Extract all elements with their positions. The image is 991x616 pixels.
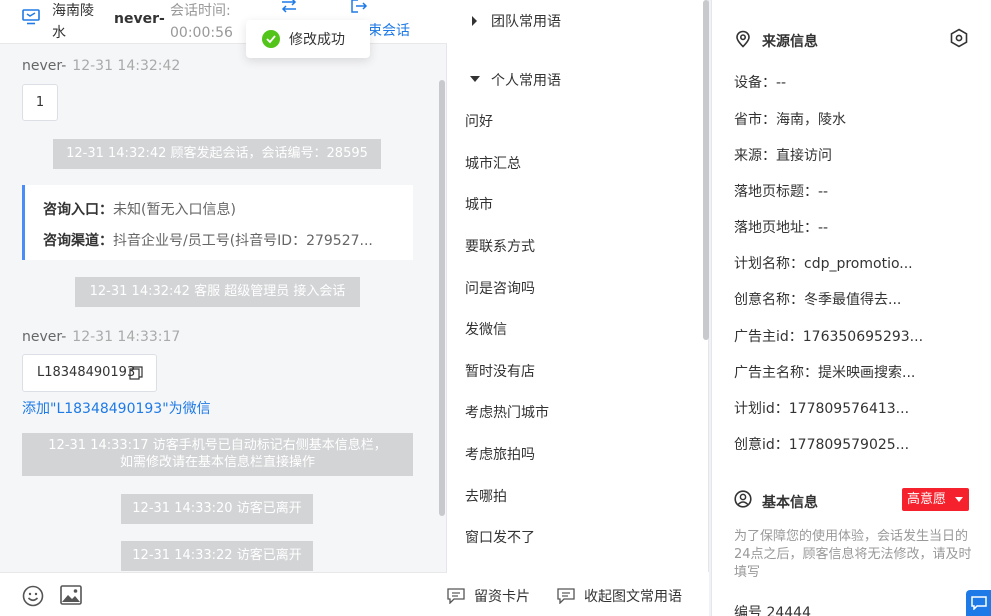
phrase-item[interactable]: 问好 [465,111,493,131]
system-message-line: 如需修改请在基本信息栏直接操作 [119,455,315,470]
user-circle-icon [734,490,752,508]
sender-name: never- [22,58,67,74]
phrase-item[interactable]: 发微信 [465,319,507,339]
message-time: 12-31 14:33:17 [72,329,181,345]
basic-info-title: 基本信息 [762,495,818,511]
intent-value: 高意愿 [907,492,947,507]
message-time: 12-31 14:32:42 [72,58,181,74]
phrase-item[interactable]: 暂时没有店 [465,361,535,381]
phrase-item[interactable]: 窗口发不了 [465,527,535,547]
system-message: 12-31 14:32:42 顾客发起会话，会话编号：28595 [53,139,381,169]
common-phrases-panel: 团队常用语 个人常用语 问好 城市汇总 城市 要联系方式 问是咨询吗 发微信 暂… [447,0,709,616]
collapse-phrases-button[interactable]: 收起图文常用语 [557,586,697,605]
exit-icon[interactable] [350,0,368,14]
system-message-line: 12-31 14:33:17 访客手机号已自动标记右侧基本信息栏， [48,438,387,453]
chat-panel: 海南陵水 never- 会话时间: 00:00:56 束会话 修改成功 neve… [0,0,447,616]
intent-dropdown[interactable]: 高意愿 [902,488,969,511]
collapse-phrases-label: 收起图文常用语 [584,589,682,605]
message-sender: never- 12-31 14:32:42 [22,58,180,74]
group-personal-phrases[interactable]: 个人常用语 [447,69,697,93]
lead-card-label: 留资卡片 [474,589,530,605]
consult-entry-row: 咨询入口：未知(暂无入口信息) [43,199,236,219]
caret-right-icon [472,16,477,26]
field-creative-name: 创意名称：冬季最值得去... [734,292,902,308]
caret-down-icon [955,497,963,502]
settings-hex-icon[interactable] [949,28,969,48]
caret-down-icon [470,76,480,82]
end-session-button[interactable]: 束会话 [368,20,410,40]
session-time: 00:00:56 [170,25,233,41]
consult-entry-value: 未知(暂无入口信息) [113,202,236,218]
field-origin: 来源：直接访问 [734,148,832,164]
phrases-footer: 留资卡片 收起图文常用语 [447,572,709,616]
consult-channel-value: 抖音企业号/员工号(抖音号ID：279527... [113,233,373,249]
message-list-icon [557,588,575,604]
field-landing-url: 落地页地址：-- [734,220,829,236]
sender-name: never- [22,329,67,345]
location-pin-icon [736,30,750,48]
visitor-location: 海南陵水 [52,3,94,41]
source-info-title: 来源信息 [762,34,818,50]
field-creative-id: 创意id：177809579025... [734,437,910,453]
group-team-phrases[interactable]: 团队常用语 [447,10,697,34]
success-toast: 修改成功 [246,20,370,58]
phrases-scrollbar[interactable] [703,0,709,340]
phrase-item[interactable]: 城市汇总 [465,153,521,173]
phrase-item[interactable]: 问是咨询吗 [465,278,535,298]
phrase-item[interactable]: 去哪拍 [465,486,507,506]
monitor-icon [22,9,40,25]
edit-notice: 为了保障您的使用体验，会话发生当日的24点之后，顾客信息将无法修改，请及时填写 [734,529,972,580]
chat-header: 海南陵水 never- 会话时间: 00:00:56 束会话 [0,0,447,44]
session-time-label: 会话时间: [170,3,231,19]
phrase-item[interactable]: 考虑热门城市 [465,402,549,422]
field-landing-title: 落地页标题：-- [734,184,829,200]
chat-bubble-icon [971,596,987,610]
check-circle-icon [262,30,280,48]
copy-icon[interactable] [129,366,143,380]
field-advertiser-name: 广告主名称：提米映画搜索... [734,365,916,381]
field-advertiser-id: 广告主id：176350695293... [734,329,924,345]
chat-scrollbar[interactable] [439,80,445,516]
group-label: 个人常用语 [491,73,561,89]
toast-text: 修改成功 [289,32,345,48]
message-sender: never- 12-31 14:33:17 [22,329,180,345]
field-number: 编号 24444 [734,605,811,616]
chat-widget-button[interactable] [966,590,991,616]
phrase-item[interactable]: 城市 [465,194,493,214]
consult-entry-label: 咨询入口： [43,202,113,218]
phrase-item[interactable]: 要联系方式 [465,236,535,256]
system-message: 12-31 14:33:20 访客已离开 [121,494,313,524]
visitor-info-panel: 来源信息 设备：-- 省市：海南，陵水 来源：直接访问 落地页标题：-- 落地页… [711,0,991,616]
phrase-item[interactable]: 考虑旅拍吗 [465,444,535,464]
visitor-name: never- [114,11,165,27]
phone-number: L18348490193 [37,365,136,380]
consult-info-card: 咨询入口：未知(暂无入口信息) 咨询渠道：抖音企业号/员工号(抖音号ID：279… [22,185,413,260]
message-card-icon [447,588,465,604]
image-icon[interactable] [60,585,82,605]
system-message: 12-31 14:33:17 访客手机号已自动标记右侧基本信息栏， 如需修改请在… [22,433,413,476]
system-message: 12-31 14:33:22 访客已离开 [121,541,313,571]
chat-toolbar [0,572,447,616]
message-bubble: 1 [22,84,58,121]
system-message: 12-31 14:32:42 客服 超级管理员 接入会话 [75,277,360,307]
field-plan-id: 计划id：177809576413... [734,401,910,417]
field-device: 设备：-- [734,75,787,91]
field-plan-name: 计划名称：cdp_promotio... [734,256,913,272]
lead-card-button[interactable]: 留资卡片 [447,586,547,605]
consult-channel-row: 咨询渠道：抖音企业号/员工号(抖音号ID：279527... [43,230,373,250]
field-province: 省市：海南，陵水 [734,112,846,128]
transfer-icon[interactable] [280,0,298,14]
phone-message-bubble: L18348490193 [22,354,157,392]
message-list: never- 12-31 14:32:42 1 12-31 14:32:42 顾客… [0,44,447,572]
emoji-icon[interactable] [22,585,44,607]
group-label: 团队常用语 [491,14,561,30]
consult-channel-label: 咨询渠道： [43,233,113,249]
add-wechat-link[interactable]: 添加"L18348490193"为微信 [22,398,211,418]
